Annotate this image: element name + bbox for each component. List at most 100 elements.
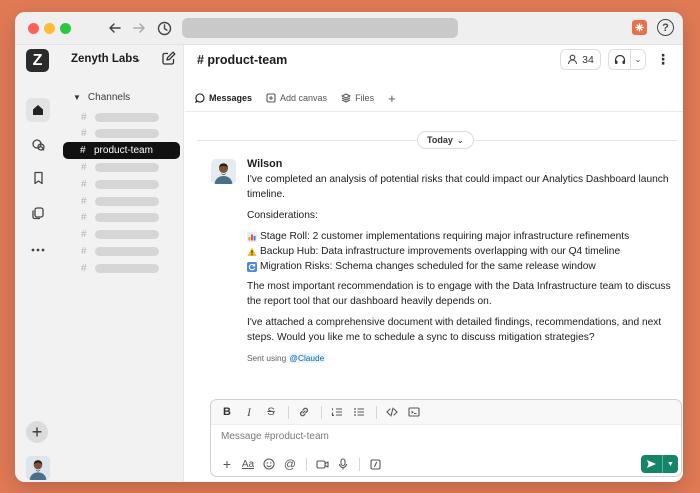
claude-mention-link[interactable]: @Claude xyxy=(288,353,326,363)
message-recommendation: The most important recommendation is to … xyxy=(247,281,671,307)
add-tab-icon[interactable]: + xyxy=(388,91,396,106)
left-rail: Z + xyxy=(15,45,61,482)
date-divider-button[interactable]: Today ⌄ xyxy=(417,131,474,149)
sidebar-channel-item[interactable]: # xyxy=(81,125,159,141)
member-count: 34 xyxy=(582,53,594,66)
send-icon[interactable] xyxy=(641,455,663,473)
chevron-down-icon[interactable]: ▼ xyxy=(663,461,678,468)
consideration-item: Backup Hub: Data infrastructure improvem… xyxy=(247,244,679,259)
workspace-name[interactable]: Zenyth Labs xyxy=(71,53,139,65)
app-window: ? Z + Zenyth Labs ⌄ ▼ Channels # # # pro… xyxy=(15,12,683,482)
message-author-avatar[interactable] xyxy=(211,159,236,184)
extension-icon[interactable] xyxy=(632,20,647,35)
considerations-label: Considerations: xyxy=(247,210,318,221)
close-window-button[interactable] xyxy=(28,23,39,34)
headphones-icon[interactable] xyxy=(609,50,631,69)
chevron-down-icon[interactable]: ⌄ xyxy=(134,54,142,65)
bar-chart-icon xyxy=(247,231,257,242)
channel-tabs: Messages Add canvas Files + xyxy=(195,91,396,106)
user-avatar[interactable] xyxy=(26,456,50,480)
warning-icon xyxy=(247,247,257,257)
sent-using-footer: Sent using @Claude xyxy=(247,351,679,366)
send-button[interactable]: ▼ xyxy=(641,455,678,473)
message-bubble-icon xyxy=(195,93,205,103)
message-author[interactable]: Wilson xyxy=(247,157,679,172)
consideration-item: Migration Risks: Schema changes schedule… xyxy=(247,259,679,274)
sidebar-channel-item[interactable]: # xyxy=(81,193,159,209)
more-icon[interactable] xyxy=(26,238,50,262)
kebab-menu-icon[interactable]: ⋮ xyxy=(656,51,670,68)
sidebar-channel-item[interactable]: # xyxy=(81,176,159,192)
sidebar-channel-item[interactable]: # xyxy=(81,243,159,259)
channels-section-header[interactable]: ▼ Channels xyxy=(73,92,130,103)
italic-icon[interactable]: I xyxy=(239,402,259,422)
text-format-icon[interactable]: Aa xyxy=(238,455,258,473)
help-icon[interactable]: ? xyxy=(657,19,674,36)
date-divider-label: Today xyxy=(427,135,453,145)
formatting-toolbar: B I S xyxy=(211,400,681,425)
canvas-icon xyxy=(266,93,276,103)
home-icon[interactable] xyxy=(26,98,50,122)
files-icon[interactable] xyxy=(26,201,50,225)
back-arrow-icon[interactable] xyxy=(106,19,124,37)
toolbar-separator xyxy=(306,457,307,471)
sent-using-label: Sent using xyxy=(247,353,287,363)
toolbar-separator xyxy=(376,405,377,419)
sidebar-channel-item[interactable]: # xyxy=(81,226,159,242)
members-button[interactable]: 34 xyxy=(560,49,601,70)
toolbar-separator xyxy=(321,405,322,419)
video-icon[interactable] xyxy=(312,455,332,473)
message-composer: B I S Message #product-team + Aa @ ▼ xyxy=(210,399,682,477)
sidebar-channel-item[interactable]: # xyxy=(81,159,159,175)
chevron-down-icon[interactable]: ⌄ xyxy=(631,55,645,64)
forward-arrow-icon[interactable] xyxy=(130,19,148,37)
numbered-list-icon[interactable] xyxy=(327,402,347,422)
mention-icon[interactable]: @ xyxy=(280,455,300,473)
message-input[interactable]: Message #product-team xyxy=(221,431,329,442)
people-icon xyxy=(568,54,578,65)
main-panel: # product-team 34 ⌄ ⋮ Messages Add canva… xyxy=(185,45,683,482)
sidebar-channel-item[interactable]: # xyxy=(81,209,159,225)
code-block-icon[interactable] xyxy=(404,402,424,422)
channel-sidebar: Zenyth Labs ⌄ ▼ Channels # # # product-te… xyxy=(61,45,184,482)
history-clock-icon[interactable] xyxy=(155,19,173,37)
bold-icon[interactable]: B xyxy=(217,402,237,422)
consideration-item: Stage Roll: 2 customer implementations r… xyxy=(247,229,679,244)
message-intro: I've completed an analysis of potential … xyxy=(247,174,669,200)
dms-icon[interactable] xyxy=(26,133,50,157)
message: Wilson I've completed an analysis of pot… xyxy=(247,157,679,366)
active-channel-label: product-team xyxy=(94,145,153,156)
link-icon[interactable] xyxy=(294,402,314,422)
sidebar-channel-item[interactable]: # xyxy=(81,260,159,276)
maximize-window-button[interactable] xyxy=(60,23,71,34)
plus-icon[interactable]: + xyxy=(217,455,237,473)
refresh-icon xyxy=(247,261,257,272)
compose-icon[interactable] xyxy=(161,51,177,67)
add-workspace-button[interactable]: + xyxy=(26,421,48,443)
sidebar-channel-item[interactable]: # xyxy=(81,109,159,125)
code-icon[interactable] xyxy=(382,402,402,422)
slash-command-icon[interactable] xyxy=(365,455,385,473)
tabs-divider xyxy=(185,111,683,112)
tab-add-canvas[interactable]: Add canvas xyxy=(266,93,327,103)
toolbar-separator xyxy=(359,457,360,471)
huddle-button[interactable]: ⌄ xyxy=(608,49,646,70)
sidebar-channel-product-team[interactable]: # product-team xyxy=(63,142,180,159)
strikethrough-icon[interactable]: S xyxy=(261,402,281,422)
bookmark-icon[interactable] xyxy=(26,166,50,190)
tab-messages[interactable]: Messages xyxy=(195,93,252,103)
emoji-icon[interactable] xyxy=(259,455,279,473)
workspace-logo[interactable]: Z xyxy=(26,49,49,72)
microphone-icon[interactable] xyxy=(333,455,353,473)
channels-section-label: Channels xyxy=(87,92,131,103)
chevron-down-icon: ⌄ xyxy=(456,135,464,145)
minimize-window-button[interactable] xyxy=(44,23,55,34)
tab-files[interactable]: Files xyxy=(341,93,374,103)
channel-title[interactable]: # product-team xyxy=(197,53,287,67)
message-closing: I've attached a comprehensive document w… xyxy=(247,317,662,343)
stack-icon xyxy=(341,93,351,103)
bulleted-list-icon[interactable] xyxy=(349,402,369,422)
search-bar[interactable] xyxy=(182,18,458,38)
composer-tools: + Aa @ xyxy=(217,455,386,473)
toolbar-separator xyxy=(288,405,289,419)
